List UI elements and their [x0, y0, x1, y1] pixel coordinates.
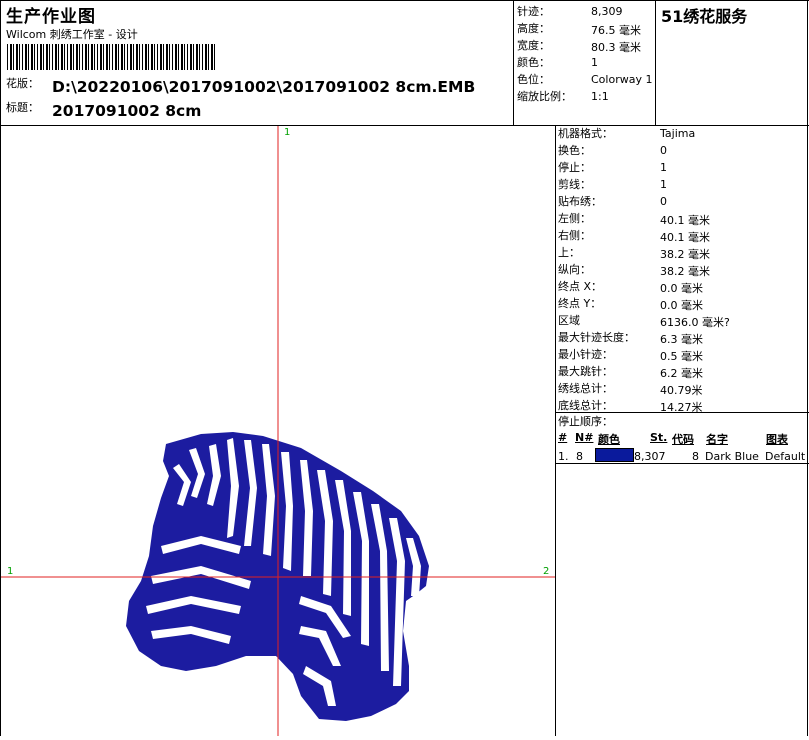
detail-value: 0.0 毫米: [660, 282, 703, 295]
detail-label: 贴布绣：: [558, 195, 602, 208]
page-title: 生产作业图: [6, 7, 96, 27]
detail-label: 最小针迹：: [558, 348, 613, 361]
summary-value: Colorway 1: [591, 73, 653, 86]
detail-value: 0: [660, 144, 667, 157]
detail-label: 停止：: [558, 161, 591, 174]
summary-label: 宽度：: [517, 39, 550, 52]
detail-value: 0.0 毫米: [660, 299, 703, 312]
crosshair-marker-right: 2: [543, 566, 549, 577]
header-col-divider-1: [513, 0, 514, 126]
design-path: D:\20220106\2017091002\2017091002 8cm.EM…: [52, 78, 476, 96]
detail-label: 剪线：: [558, 178, 591, 191]
stop-sequence-title: 停止顺序：: [558, 415, 613, 428]
detail-value: 6.2 毫米: [660, 367, 703, 380]
detail-value: 0.5 毫米: [660, 350, 703, 363]
border-right: [807, 0, 808, 736]
detail-label: 终点 Y：: [558, 297, 602, 310]
detail-label: 绣线总计：: [558, 382, 613, 395]
border-top: [0, 0, 809, 1]
col-num: #: [558, 431, 568, 444]
color-swatch: [595, 448, 634, 462]
design-label: 花版：: [6, 77, 39, 90]
detail-label: 最大针迹长度：: [558, 331, 635, 344]
summary-value: 76.5 毫米: [591, 24, 641, 37]
subtitle: Wilcom 刺绣工作室 - 设计: [6, 28, 138, 41]
summary-label: 针迹：: [517, 5, 550, 18]
detail-value: Tajima: [660, 127, 696, 140]
summary-value: 1: [591, 56, 598, 69]
detail-label: 右侧：: [558, 229, 591, 242]
detail-value: 40.1 毫米: [660, 214, 710, 227]
summary-value: 1:1: [591, 90, 609, 103]
detail-value: 6.3 毫米: [660, 333, 703, 346]
detail-label: 上：: [558, 246, 580, 259]
zebra-embroidery-image: 1 1 2: [1, 126, 555, 736]
row-name: Dark Blue: [705, 450, 759, 463]
detail-value: 38.2 毫米: [660, 248, 710, 261]
brand-name: 51绣花服务: [661, 7, 748, 26]
summary-label: 高度：: [517, 22, 550, 35]
detail-value: 0: [660, 195, 667, 208]
design-panel-divider: [555, 125, 556, 736]
detail-label: 左侧：: [558, 212, 591, 225]
detail-value: 1: [660, 178, 667, 191]
detail-label: 底线总计：: [558, 399, 613, 412]
header-col-divider-2: [655, 0, 656, 126]
row-code: 8: [692, 450, 699, 463]
row-n: 8: [576, 450, 583, 463]
summary-label: 缩放比例：: [517, 90, 572, 103]
summary-label: 色位：: [517, 73, 550, 86]
barcode: [7, 44, 216, 70]
crosshair-marker-top: 1: [284, 127, 290, 138]
detail-label: 最大跳针：: [558, 365, 613, 378]
col-name: 名字: [706, 433, 728, 446]
detail-label: 换色：: [558, 144, 591, 157]
detail-value: 40.79米: [660, 384, 703, 397]
summary-value: 8,309: [591, 5, 623, 18]
row-num: 1.: [558, 450, 569, 463]
summary-label: 颜色：: [517, 56, 550, 69]
title-label: 标题：: [6, 101, 39, 114]
col-chart: 图表: [766, 433, 788, 446]
detail-value: 38.2 毫米: [660, 265, 710, 278]
row-chart: Default: [765, 450, 806, 463]
col-color: 颜色: [598, 433, 620, 446]
summary-value: 80.3 毫米: [591, 41, 641, 54]
crosshair-marker-left: 1: [7, 566, 13, 577]
col-st: St.: [650, 431, 668, 444]
stop-seq-divider-bottom: [555, 463, 809, 464]
row-stitches: 8,307: [634, 450, 666, 463]
design-title: 2017091002 8cm: [52, 102, 202, 120]
detail-value: 40.1 毫米: [660, 231, 710, 244]
detail-label: 终点 X：: [558, 280, 603, 293]
col-n: N#: [575, 431, 594, 444]
detail-value: 6136.0 毫米?: [660, 316, 730, 329]
detail-label: 纵向：: [558, 263, 591, 276]
detail-label: 区域: [558, 314, 580, 327]
detail-label: 机器格式：: [558, 127, 613, 140]
col-code: 代码: [672, 433, 694, 446]
design-canvas: 1 1 2: [1, 126, 555, 736]
detail-value: 1: [660, 161, 667, 174]
detail-value: 14.27米: [660, 401, 703, 414]
